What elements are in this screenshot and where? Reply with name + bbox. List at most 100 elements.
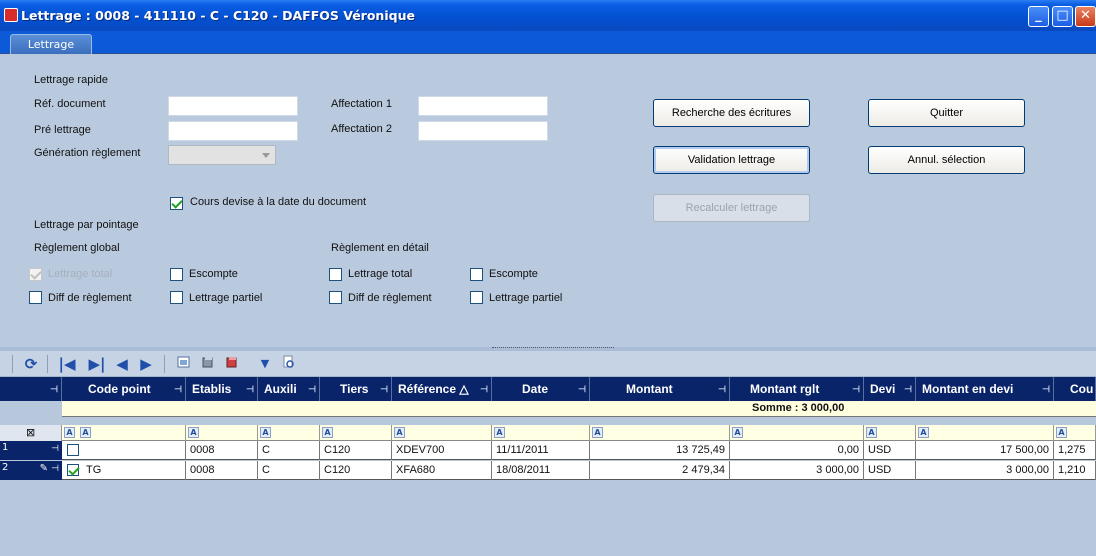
filter-etablis[interactable]: A xyxy=(186,425,258,441)
table-row[interactable]: 1 ⊣ 0008 C C120 XDEV700 11/11/2011 13 725… xyxy=(0,441,1096,460)
column-montant-rglt[interactable]: Montant rglt ⊣ xyxy=(730,377,864,401)
cell-montant-devise[interactable]: 3 000,00 xyxy=(916,461,1054,480)
cell-cours[interactable]: 1,210 xyxy=(1054,461,1096,480)
cell-tiers[interactable]: C120 xyxy=(320,461,392,480)
filter-montant-rglt[interactable]: A xyxy=(730,425,864,441)
cell-date[interactable]: 18/08/2011 xyxy=(492,461,590,480)
validation-lettrage-button[interactable]: Validation lettrage xyxy=(653,146,810,174)
cell-etablis[interactable]: 0008 xyxy=(186,461,258,480)
cell-reference[interactable]: XDEV700 xyxy=(392,441,492,460)
column-etablis-label: Etablis xyxy=(192,382,232,396)
cell-auxili[interactable]: C xyxy=(258,441,320,460)
column-tiers[interactable]: Tiers ⊣ xyxy=(320,377,392,401)
global-lettrage-total-label: Lettrage total xyxy=(48,268,113,280)
filter-row: ⊠ AA A A A A A A A A A A xyxy=(0,425,1096,441)
affectation1-label: Affectation 1 xyxy=(331,98,392,110)
global-diff-reglement-checkbox[interactable] xyxy=(29,291,42,304)
filter-date[interactable]: A xyxy=(492,425,590,441)
dropdown-icon[interactable]: ▼ xyxy=(258,355,272,373)
quitter-button[interactable]: Quitter xyxy=(868,99,1025,127)
table-row[interactable]: 2 ✎ ⊣ TG 0008 C C120 XFA680 18/08/2011 2 4… xyxy=(0,461,1096,480)
cell-reference[interactable]: XFA680 xyxy=(392,461,492,480)
minimize-button[interactable]: _ xyxy=(1028,6,1049,27)
header-corner: ⊣ xyxy=(0,377,62,401)
filter-code-point[interactable]: AA xyxy=(62,425,186,441)
cours-devise-checkbox[interactable] xyxy=(170,197,183,210)
search-icon[interactable] xyxy=(282,355,296,373)
column-devise[interactable]: Devi ⊣ xyxy=(864,377,916,401)
maximize-button[interactable]: □ xyxy=(1052,6,1073,27)
column-cours[interactable]: Cou xyxy=(1054,377,1096,401)
filter-icon: A xyxy=(394,427,405,438)
annul-selection-button[interactable]: Annul. sélection xyxy=(868,146,1025,174)
row-header[interactable]: 2 ✎ ⊣ xyxy=(0,461,62,480)
close-button[interactable]: ✕ xyxy=(1075,6,1096,27)
cell-devise[interactable]: USD xyxy=(864,441,916,460)
clear-filter-icon[interactable]: ⊠ xyxy=(26,426,35,439)
global-lettrage-partiel-checkbox[interactable] xyxy=(170,291,183,304)
detail-escompte-checkbox[interactable] xyxy=(470,268,483,281)
row-number: 1 xyxy=(2,442,9,453)
ref-document-input[interactable] xyxy=(168,96,298,116)
previous-record-icon[interactable]: ◀ xyxy=(114,355,130,373)
column-date[interactable]: Date ⊣ xyxy=(492,377,590,401)
cell-montant-devise[interactable]: 17 500,00 xyxy=(916,441,1054,460)
cell-montant[interactable]: 13 725,49 xyxy=(590,441,730,460)
export-icon[interactable] xyxy=(176,355,192,373)
column-etablis[interactable]: Etablis ⊣ xyxy=(186,377,258,401)
column-reference[interactable]: Référence △ ⊣ xyxy=(392,377,492,401)
grid-toolbar: ⟳ |◀ ▶| ◀ ▶ ▼ xyxy=(0,351,1096,377)
next-record-icon[interactable]: ▶ xyxy=(138,355,154,373)
last-record-icon[interactable]: ▶| xyxy=(84,355,110,373)
filter-cours[interactable]: A xyxy=(1054,425,1096,441)
refresh-icon[interactable]: ⟳ xyxy=(20,355,42,373)
generation-reglement-select[interactable] xyxy=(168,145,276,165)
global-lettrage-total-checkbox xyxy=(29,268,42,281)
column-montant-devise[interactable]: Montant en devi ⊣ xyxy=(916,377,1054,401)
cell-auxili[interactable]: C xyxy=(258,461,320,480)
toolbar-separator xyxy=(12,355,13,373)
cell-tiers[interactable]: C120 xyxy=(320,441,392,460)
filter-icon[interactable] xyxy=(200,355,216,373)
filter-montant[interactable]: A xyxy=(590,425,730,441)
data-grid: ⊣ Code point ⊣ Etablis ⊣ Auxili ⊣ Tiers ⊣ Ré… xyxy=(0,377,1096,556)
cell-montant-rglt[interactable]: 3 000,00 xyxy=(730,461,864,480)
cell-code-point[interactable] xyxy=(62,441,186,460)
detail-lettrage-total-checkbox[interactable] xyxy=(329,268,342,281)
sum-montant-rglt: Somme : 3 000,00 xyxy=(752,402,845,414)
detail-diff-reglement-checkbox[interactable] xyxy=(329,291,342,304)
column-cours-label: Cou xyxy=(1070,382,1094,396)
filter-tiers[interactable]: A xyxy=(320,425,392,441)
cell-cours[interactable]: 1,275 xyxy=(1054,441,1096,460)
cell-code-point[interactable]: TG xyxy=(62,461,186,480)
print-icon[interactable] xyxy=(224,355,240,373)
row-select-checkbox[interactable] xyxy=(67,444,79,456)
cell-etablis[interactable]: 0008 xyxy=(186,441,258,460)
grid-header-row: ⊣ Code point ⊣ Etablis ⊣ Auxili ⊣ Tiers ⊣ Ré… xyxy=(0,377,1096,401)
column-code-point[interactable]: Code point ⊣ xyxy=(62,377,186,401)
pre-lettrage-input[interactable] xyxy=(168,121,298,141)
cell-montant-rglt[interactable]: 0,00 xyxy=(730,441,864,460)
app-icon xyxy=(4,8,18,22)
column-auxili[interactable]: Auxili ⊣ xyxy=(258,377,320,401)
cell-devise[interactable]: USD xyxy=(864,461,916,480)
global-escompte-checkbox[interactable] xyxy=(170,268,183,281)
cell-montant[interactable]: 2 479,34 xyxy=(590,461,730,480)
filter-auxili[interactable]: A xyxy=(258,425,320,441)
filter-devise[interactable]: A xyxy=(864,425,916,441)
filter-reference[interactable]: A xyxy=(392,425,492,441)
column-montant[interactable]: Montant ⊣ xyxy=(590,377,730,401)
row-select-checkbox[interactable] xyxy=(67,464,79,476)
tab-lettrage[interactable]: Lettrage xyxy=(10,34,92,54)
recherche-ecritures-button[interactable]: Recherche des écritures xyxy=(653,99,810,127)
first-record-icon[interactable]: |◀ xyxy=(54,355,80,373)
filter-montant-devise[interactable]: A xyxy=(916,425,1054,441)
affectation1-input[interactable] xyxy=(418,96,548,116)
row-header[interactable]: 1 ⊣ xyxy=(0,441,62,460)
section-quick-label: Lettrage rapide xyxy=(34,74,108,86)
generation-reglement-label: Génération règlement xyxy=(34,147,141,159)
cell-date[interactable]: 11/11/2011 xyxy=(492,441,590,460)
detail-lettrage-partiel-checkbox[interactable] xyxy=(470,291,483,304)
reglement-global-label: Règlement global xyxy=(34,242,120,254)
affectation2-input[interactable] xyxy=(418,121,548,141)
